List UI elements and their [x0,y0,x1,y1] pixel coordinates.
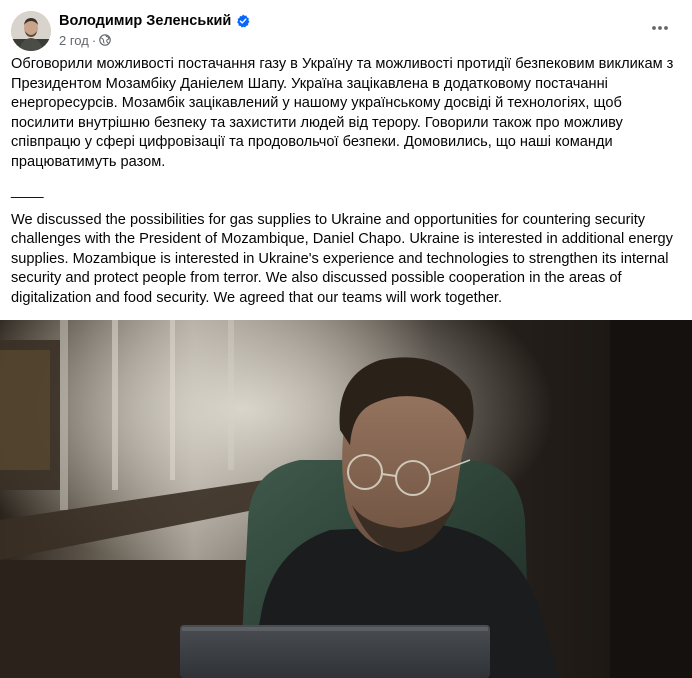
facebook-post: Володимир Зеленський 2 год · Обговорили … [0,0,692,678]
post-meta: 2 год · [59,31,111,49]
text-divider: ____ [11,182,44,199]
post-photo[interactable] [0,320,692,678]
meta-separator: · [91,32,97,48]
post-time[interactable]: 2 год [59,33,89,48]
post-text-ukrainian: Обговорили можливості постачання газу в … [11,56,674,170]
post-photo-image [0,320,692,678]
post-text-english: We discussed the possibilities for gas s… [11,211,673,306]
verified-badge-icon [237,14,250,28]
author-line: Володимир Зеленський [59,11,250,31]
more-options-icon [652,26,668,30]
author-avatar[interactable] [11,11,51,51]
author-name[interactable]: Володимир Зеленський [59,13,231,29]
more-options-button[interactable] [646,14,674,42]
post-text: Обговорили можливості постачання газу в … [11,55,687,309]
post-header: Володимир Зеленський 2 год · [0,0,692,58]
globe-icon[interactable] [99,34,111,46]
